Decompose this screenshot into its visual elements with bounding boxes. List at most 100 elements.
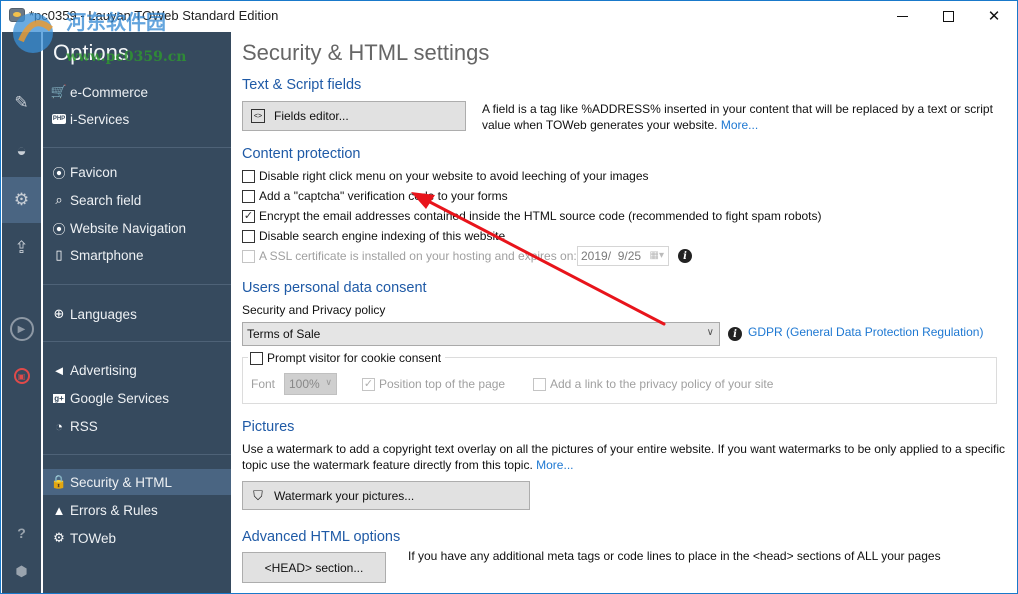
sidebar-item-smartphone[interactable]: ▯ Smartphone (43, 242, 231, 268)
fields-editor-button[interactable]: <> Fields editor... (242, 101, 466, 131)
sidebar-title: Options (53, 40, 129, 65)
ssl-certificate-label: A SSL certificate is installed on your h… (259, 249, 577, 263)
title-bar: *pc0359 - Lauyan TOWeb Standard Edition … (1, 1, 1017, 31)
search-icon: ⌕ (55, 192, 63, 207)
save-icon[interactable]: ▣ (2, 353, 41, 399)
sidebar-item-favicon[interactable]: ⦿ Favicon (43, 159, 231, 185)
sidebar-item-label: Advertising (70, 362, 137, 378)
megaphone-icon: ◄ (52, 362, 66, 378)
sidebar-item-label: Security & HTML (70, 474, 173, 490)
section-heading-content-protection: Content protection (242, 146, 361, 162)
gdpr-link[interactable]: GDPR (General Data Protection Regulation… (748, 325, 983, 339)
sidebar-item-label: RSS (70, 418, 98, 434)
captcha-checkbox[interactable] (242, 189, 255, 203)
mode-icon-bar: ✎ ◒ ⚙ ⇪ ▶ ▣ ? ⬢ (2, 32, 41, 593)
close-button[interactable]: ✕ (971, 1, 1017, 31)
lock-icon: 🔒 (50, 474, 68, 489)
compass-icon: ⦿ (52, 165, 66, 181)
shield-icon: ⛉ (253, 487, 263, 503)
fields-editor-label: Fields editor... (274, 109, 349, 123)
sidebar-item-search-field[interactable]: ⌕ Search field (43, 187, 231, 213)
pictures-more-link[interactable]: More... (536, 458, 573, 472)
calendar-icon: ▦▾ (649, 250, 664, 261)
paint-bucket-icon[interactable]: ◒ (2, 128, 41, 174)
app-window: *pc0359 - Lauyan TOWeb Standard Edition … (0, 0, 1018, 594)
encrypt-email-option[interactable]: ✓ Encrypt the email addresses contained … (242, 207, 822, 225)
app-icon (9, 8, 25, 22)
encrypt-email-checkbox[interactable]: ✓ (242, 209, 255, 223)
info-icon[interactable]: i (678, 249, 692, 263)
sidebar-divider (43, 454, 231, 455)
privacy-policy-link-label: Add a link to the privacy policy of your… (550, 377, 774, 391)
pictures-description-line2: topic use the watermark feature directly… (242, 458, 533, 472)
disable-indexing-label: Disable search engine indexing of this w… (259, 229, 506, 243)
fields-description-line2: value when TOWeb generates your website. (482, 118, 718, 132)
pencil-icon[interactable]: ✎ (2, 80, 41, 126)
privacy-policy-link-checkbox[interactable] (533, 377, 546, 391)
sidebar-item-label: i-Services (70, 111, 130, 127)
sidebar-item-label: Smartphone (70, 247, 144, 263)
play-icon[interactable]: ▶ (2, 306, 41, 352)
fields-more-link[interactable]: More... (721, 118, 758, 132)
sidebar-item-label: Languages (70, 306, 137, 322)
position-top-checkbox[interactable]: ✓ (362, 377, 375, 391)
policy-select[interactable]: Terms of Sale ∨ (242, 322, 720, 346)
ssl-certificate-checkbox[interactable] (242, 249, 255, 263)
shield-icon[interactable]: ⬢ (2, 548, 41, 594)
sidebar-item-label: Google Services (70, 390, 170, 406)
disable-right-click-option[interactable]: Disable right click menu on your website… (242, 167, 649, 185)
sidebar-item-advertising[interactable]: ◄ Advertising (43, 357, 231, 383)
disable-indexing-option[interactable]: Disable search engine indexing of this w… (242, 227, 505, 245)
sidebar-item-rss[interactable]: ◔ RSS (43, 413, 231, 439)
captcha-label: Add a "captcha" verification code to you… (259, 189, 508, 203)
fields-description-line1: A field is a tag like %ADDRESS% inserted… (482, 102, 993, 116)
sidebar-divider (43, 147, 231, 148)
sidebar-item-errors-rules[interactable]: ▲ Errors & Rules (43, 497, 231, 523)
sidebar-item-toweb[interactable]: ⚙ TOWeb (43, 525, 231, 551)
compass-icon: ⦿ (52, 221, 66, 237)
head-section-button[interactable]: <HEAD> section... (242, 552, 386, 583)
ssl-expiry-date-picker[interactable]: 2019/ 9/25 ▦▾ (577, 246, 669, 266)
privacy-policy-link-option[interactable]: Add a link to the privacy policy of your… (533, 375, 773, 393)
minimize-button[interactable] (879, 1, 925, 31)
section-heading-pictures: Pictures (242, 419, 295, 435)
position-top-option[interactable]: ✓ Position top of the page (362, 375, 505, 393)
maximize-button[interactable] (925, 1, 971, 31)
gear-icon: ⚙ (53, 530, 65, 545)
sidebar-item-languages[interactable]: ⊕ Languages (43, 301, 231, 327)
fields-description: A field is a tag like %ADDRESS% inserted… (482, 101, 1002, 133)
play-glyph: ▶ (9, 317, 34, 341)
cookie-prompt-option[interactable]: Prompt visitor for cookie consent (248, 349, 446, 367)
ssl-certificate-option[interactable]: A SSL certificate is installed on your h… (242, 247, 577, 265)
sidebar-item-label: Favicon (70, 164, 118, 180)
pictures-description: Use a watermark to add a copyright text … (242, 441, 1012, 473)
sidebar-item-ecommerce[interactable]: 🛒 e-Commerce (43, 79, 231, 105)
sidebar-item-i-services[interactable]: PHP i-Services (43, 106, 231, 132)
font-size-select[interactable]: 100% ∨ (284, 373, 337, 395)
sidebar-item-website-navigation[interactable]: ⦿ Website Navigation (43, 215, 231, 241)
cookie-prompt-checkbox[interactable] (250, 351, 263, 365)
minimize-icon (896, 15, 908, 17)
sidebar-divider (43, 284, 231, 285)
disable-right-click-label: Disable right click menu on your website… (259, 169, 649, 183)
watermark-button[interactable]: ⛉ Watermark your pictures... (242, 481, 530, 510)
chevron-down-icon: ∨ (325, 377, 332, 387)
rss-icon: ◔ (55, 418, 63, 434)
font-size-value: 100% (289, 377, 320, 391)
cookie-prompt-label: Prompt visitor for cookie consent (267, 351, 442, 365)
policy-select-value: Terms of Sale (247, 327, 321, 341)
sidebar-item-google-services[interactable]: g+ Google Services (43, 385, 231, 411)
chevron-down-icon: ∨ (706, 327, 714, 338)
warning-icon: ▲ (52, 502, 66, 518)
sidebar-item-label: Search field (70, 192, 142, 208)
close-icon: ✕ (987, 8, 1001, 25)
captcha-option[interactable]: Add a "captcha" verification code to you… (242, 187, 508, 205)
disable-indexing-checkbox[interactable] (242, 229, 255, 243)
font-label: Font (251, 377, 276, 391)
disable-right-click-checkbox[interactable] (242, 169, 255, 183)
upload-icon[interactable]: ⇪ (2, 225, 41, 271)
sidebar-item-security-html[interactable]: 🔒 Security & HTML (43, 469, 231, 495)
watermark-button-label: Watermark your pictures... (274, 488, 415, 503)
gears-icon[interactable]: ⚙ (2, 177, 41, 223)
sidebar-item-label: Website Navigation (70, 220, 187, 236)
